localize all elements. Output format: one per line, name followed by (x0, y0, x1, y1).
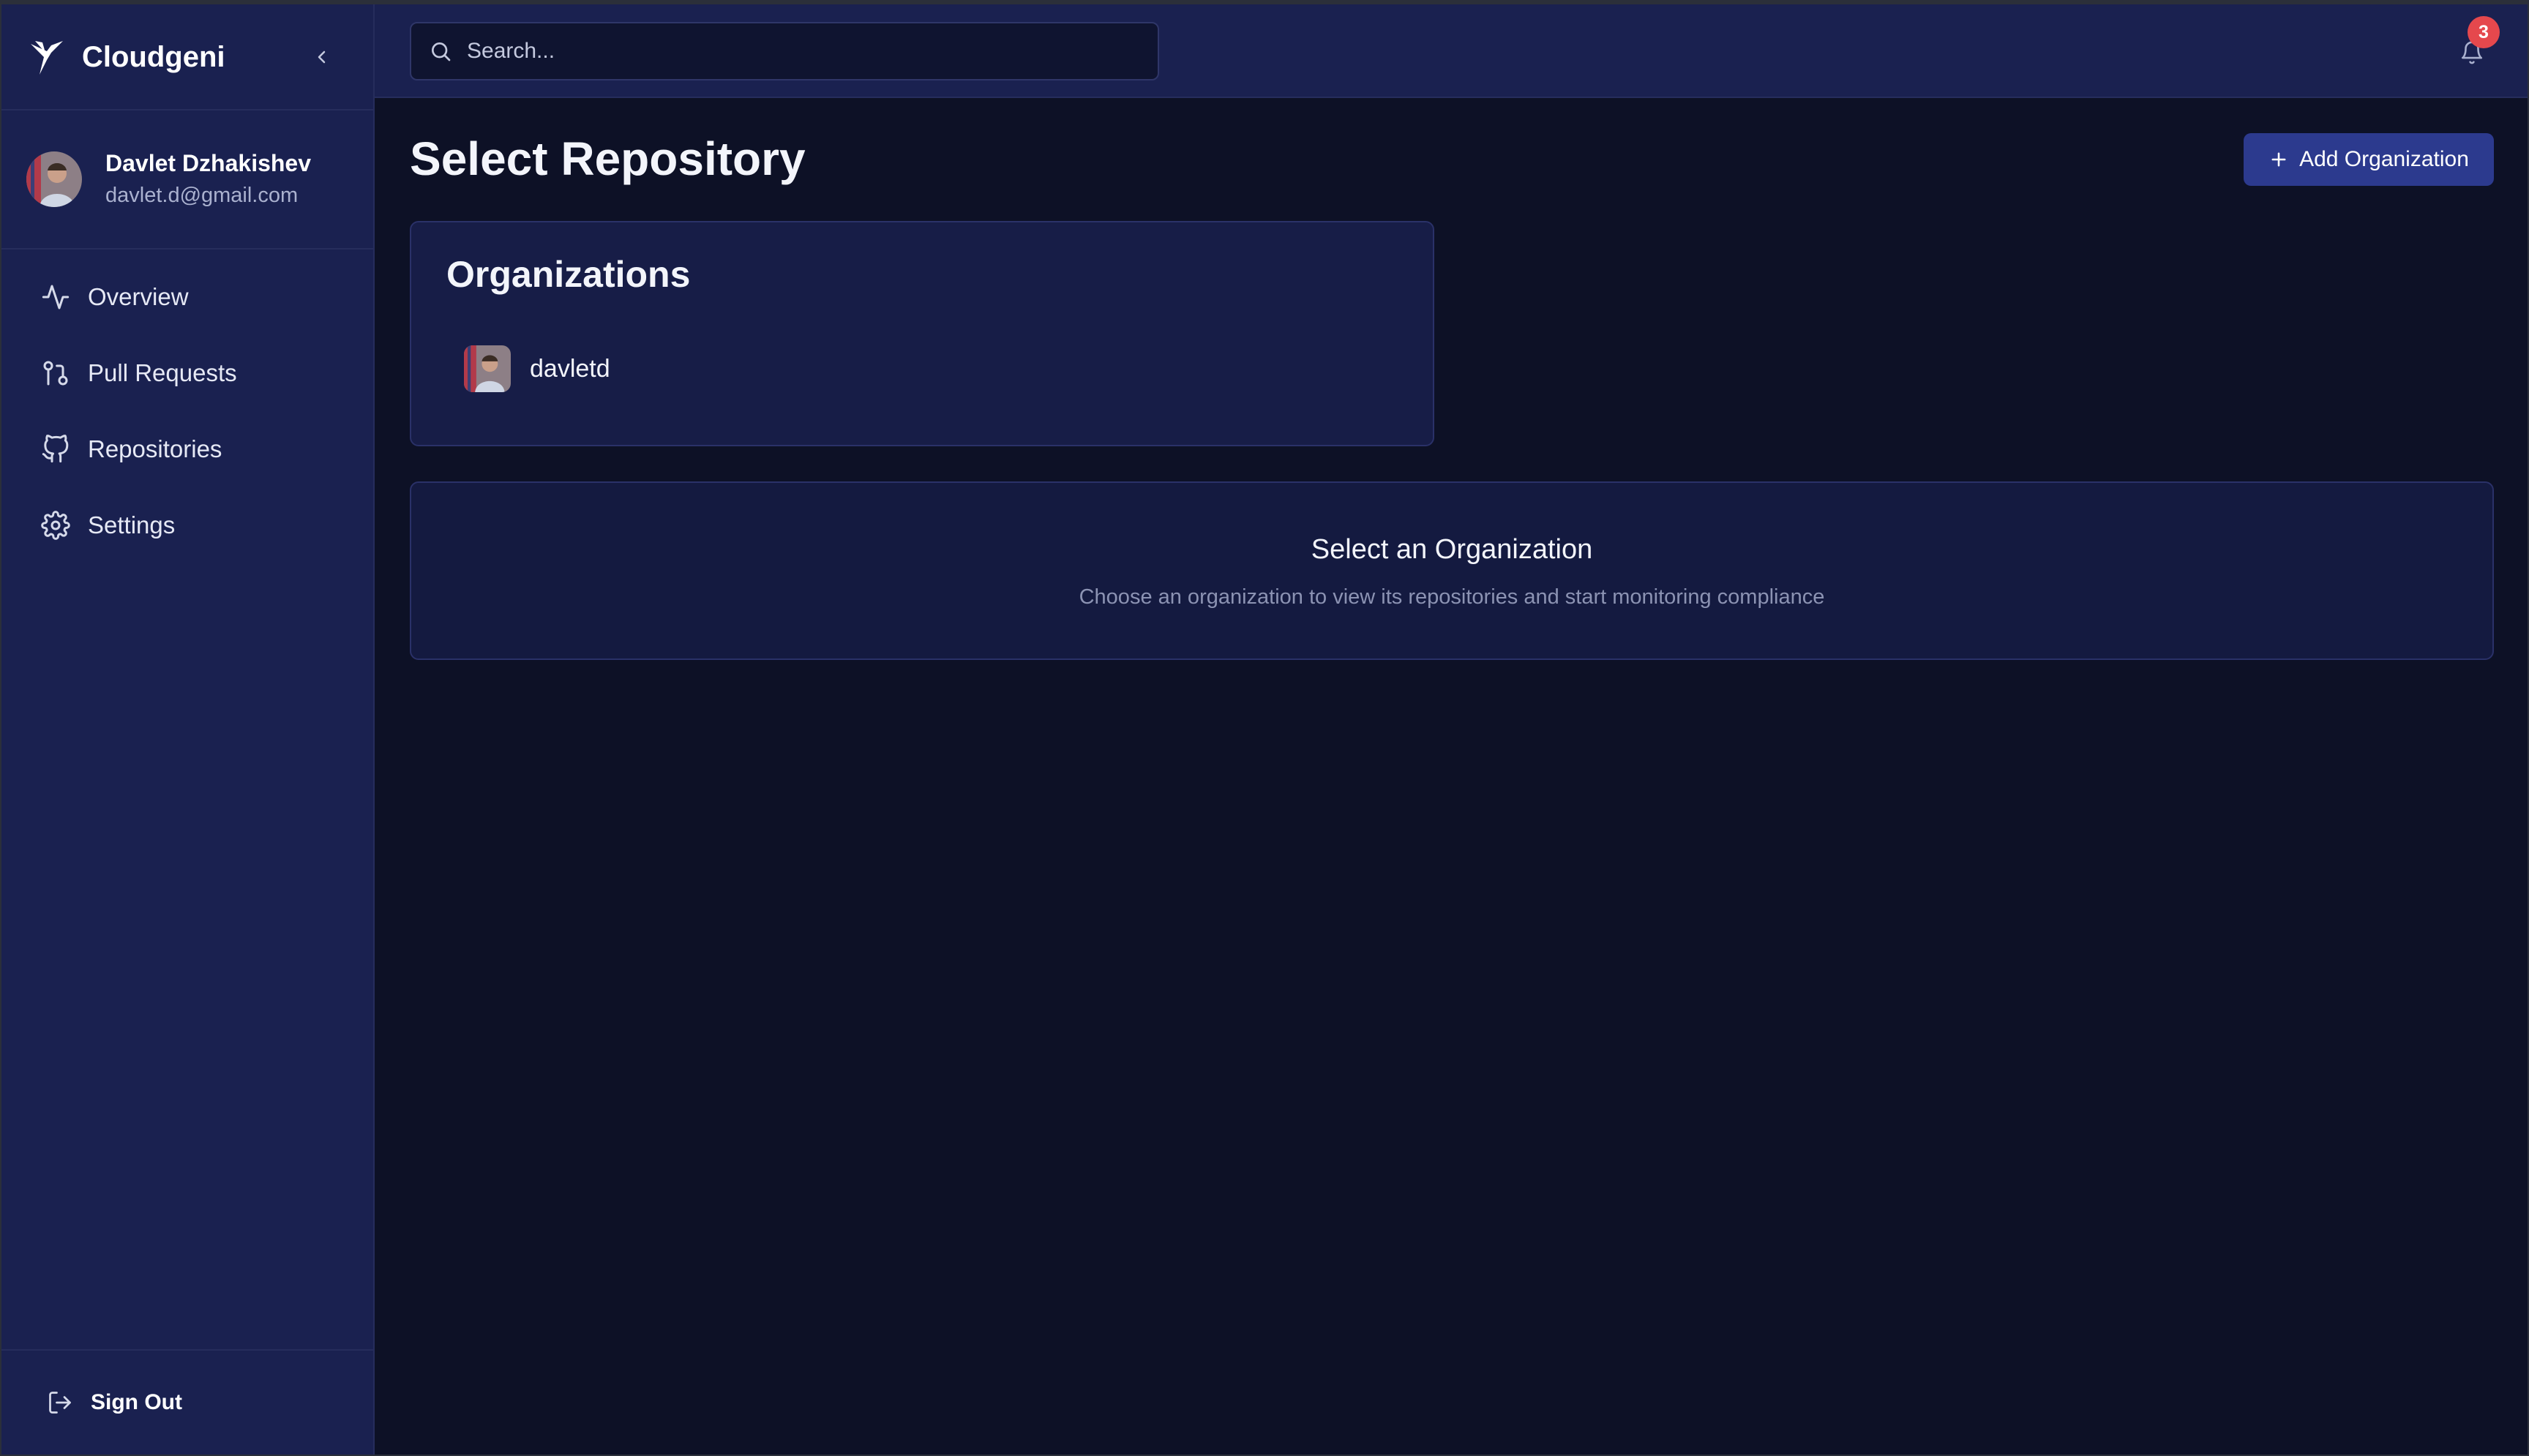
user-email: davlet.d@gmail.com (105, 184, 299, 207)
empty-state-title: Select an Organization (1311, 534, 1593, 565)
organization-item[interactable]: davletd (464, 342, 727, 395)
sidebar-footer: Sign Out (1, 1349, 373, 1455)
top-bar: 3 (375, 4, 2528, 98)
sidebar-item-pull-requests[interactable]: Pull Requests (23, 344, 353, 402)
sidebar-item-label: Repositories (88, 435, 222, 462)
github-icon (42, 435, 69, 463)
activity-icon (42, 285, 70, 309)
bird-logo-icon (31, 41, 63, 75)
app-window (0, 0, 2529, 1456)
search-box[interactable] (410, 22, 1159, 80)
sidebar: Cloudgeni Davlet Dzhakishev davlet.d@gma… (1, 4, 375, 1455)
chevron-left-icon (318, 50, 326, 64)
search-input[interactable] (467, 29, 1125, 73)
sign-out-button[interactable]: Sign Out (31, 1377, 250, 1428)
add-organization-label: Add Organization (2299, 147, 2469, 171)
avatar (26, 151, 82, 207)
empty-state-subtitle: Choose an organization to view its repos… (1079, 585, 1825, 609)
git-pull-request-icon (43, 361, 68, 386)
sidebar-item-repositories[interactable]: Repositories (23, 420, 353, 479)
sidebar-item-label: Settings (88, 511, 176, 539)
organizations-card: Organizations davletd (410, 221, 1434, 446)
collapse-sidebar-button[interactable] (307, 42, 337, 72)
sidebar-item-label: Pull Requests (88, 359, 237, 386)
notification-count-badge: 3 (2468, 16, 2500, 48)
organization-avatar (464, 345, 511, 392)
user-profile[interactable]: Davlet Dzhakishev davlet.d@gmail.com (1, 112, 373, 249)
sidebar-item-settings[interactable]: Settings (23, 496, 353, 555)
page-title: Select Repository (410, 132, 806, 185)
gear-icon (41, 511, 70, 540)
brand-name: Cloudgeni (82, 41, 225, 73)
sidebar-item-label: Overview (88, 283, 189, 310)
search-icon (432, 42, 451, 61)
empty-state-card: Select an Organization Choose an organiz… (410, 481, 2494, 660)
organizations-title: Organizations (446, 254, 691, 295)
add-organization-button[interactable]: Add Organization (2244, 133, 2494, 186)
organization-name: davletd (530, 354, 610, 383)
plus-icon (2271, 152, 2286, 167)
sign-out-label: Sign Out (91, 1390, 182, 1414)
user-name: Davlet Dzhakishev (105, 150, 312, 176)
brand-header: Cloudgeni (1, 4, 373, 110)
log-out-icon (49, 1392, 71, 1414)
sidebar-item-overview[interactable]: Overview (23, 268, 353, 326)
